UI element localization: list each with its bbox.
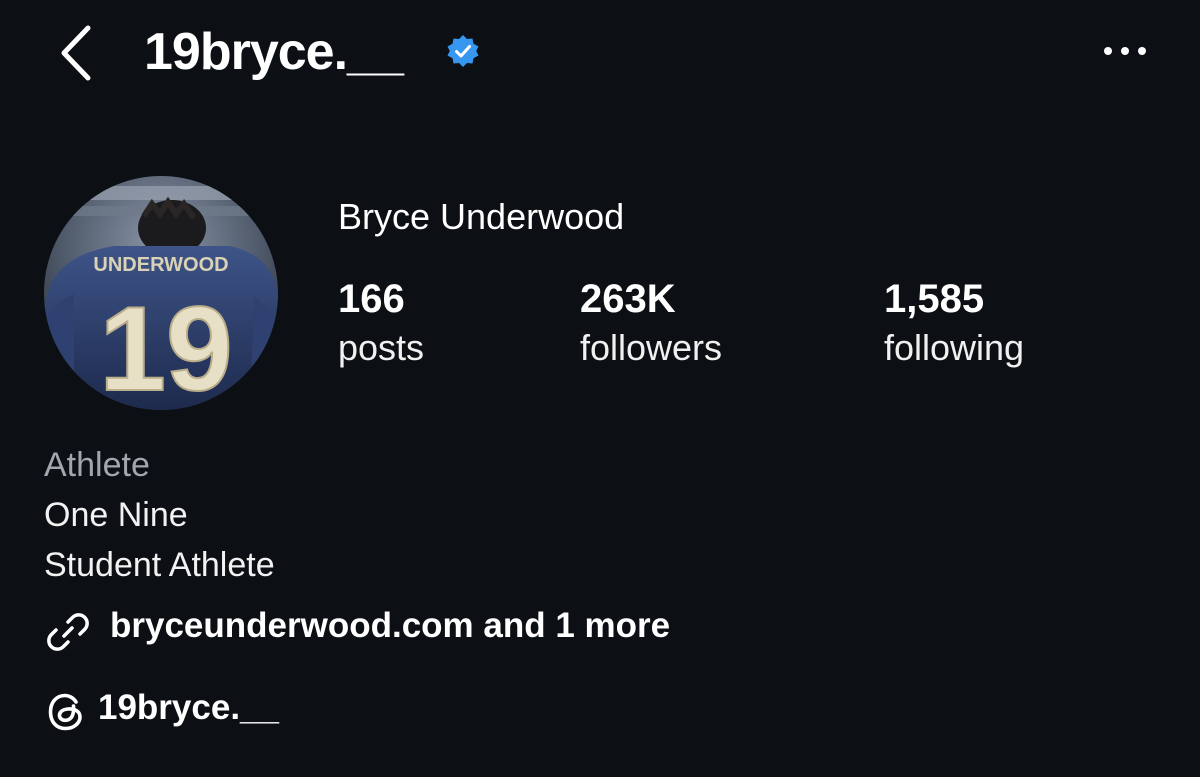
stat-posts-label: posts: [338, 327, 425, 368]
stat-followers[interactable]: 263K followers: [580, 276, 722, 374]
stat-followers-value: 263K: [580, 277, 676, 321]
avatar[interactable]: UNDERWOOD 19: [44, 176, 278, 410]
svg-text:UNDERWOOD: UNDERWOOD: [93, 254, 228, 276]
page-title-username: 19bryce.__: [144, 23, 404, 81]
display-name: Bryce Underwood: [338, 196, 625, 237]
stat-posts-value: 166: [338, 277, 405, 321]
link-icon: [47, 613, 89, 651]
bio-line: One Nine: [44, 496, 188, 534]
bio-category: Athlete: [44, 446, 150, 484]
more-horizontal-icon: [1104, 47, 1146, 55]
stat-following-label: following: [884, 327, 1025, 368]
bio-line: Student Athlete: [44, 546, 275, 584]
stat-posts[interactable]: 166 posts: [338, 276, 424, 374]
threads-icon: [48, 693, 82, 731]
back-button[interactable]: [52, 22, 102, 84]
verified-badge-icon: [446, 34, 480, 68]
bio-link-text: bryceunderwood.com and 1 more: [110, 606, 671, 645]
threads-handle: 19bryce.__: [98, 688, 279, 727]
svg-text:19: 19: [99, 282, 232, 410]
profile-header: 19bryce.__: [0, 0, 1200, 110]
chevron-left-icon: [61, 25, 91, 81]
more-options-button[interactable]: [1098, 34, 1152, 68]
stat-following-value: 1,585: [884, 277, 985, 321]
stat-following[interactable]: 1,585 following: [884, 276, 1024, 374]
stat-followers-label: followers: [580, 327, 723, 368]
